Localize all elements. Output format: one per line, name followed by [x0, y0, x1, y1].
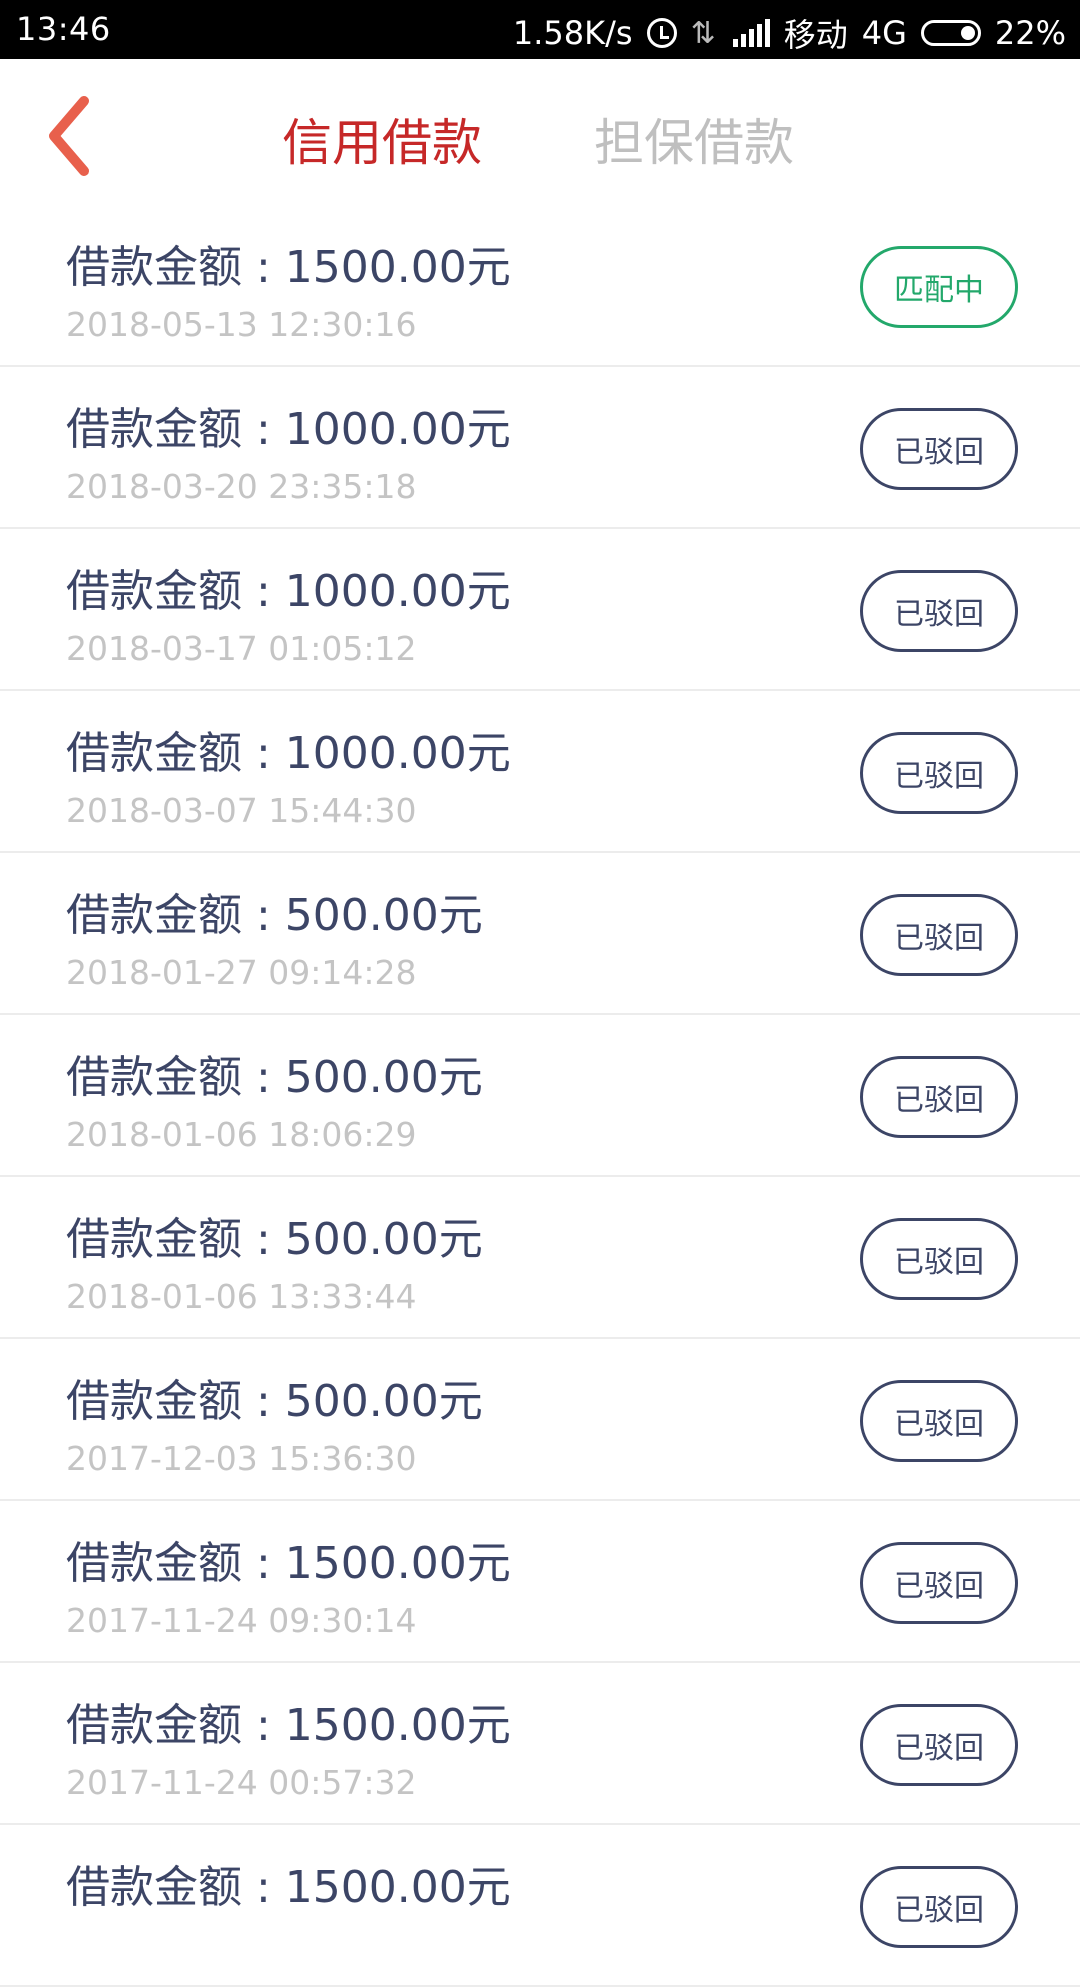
loan-amount: 借款金额 : 500.00元 — [66, 1376, 483, 1427]
status-button-rejected[interactable]: 已驳回 — [860, 1056, 1018, 1138]
loan-row[interactable]: 借款金额 : 500.00元 2018-01-06 18:06:29 已驳回 — [0, 1015, 1080, 1177]
loan-row[interactable]: 借款金额 : 1500.00元 2018-05-13 12:30:16 匹配中 — [0, 205, 1080, 367]
loan-amount: 借款金额 : 1500.00元 — [66, 1538, 511, 1589]
loan-row[interactable]: 借款金额 : 1500.00元 2017-11-24 09:30:14 已驳回 — [0, 1501, 1080, 1663]
status-button-rejected[interactable]: 已驳回 — [860, 1380, 1018, 1462]
loan-amount: 借款金额 : 1000.00元 — [66, 404, 511, 455]
carrier-label: 移动 — [783, 16, 848, 54]
loan-amount: 借款金额 : 1000.00元 — [66, 566, 511, 617]
loan-amount: 借款金额 : 500.00元 — [66, 1214, 483, 1265]
status-button-rejected[interactable]: 已驳回 — [860, 1704, 1018, 1786]
loan-time: 2018-01-06 18:06:29 — [66, 1115, 417, 1154]
status-button-rejected[interactable]: 已驳回 — [860, 1218, 1018, 1300]
status-button-matching[interactable]: 匹配中 — [860, 246, 1018, 328]
status-button-rejected[interactable]: 已驳回 — [860, 1866, 1018, 1948]
loan-row[interactable]: 借款金额 : 1000.00元 2018-03-20 23:35:18 已驳回 — [0, 367, 1080, 529]
status-icons: 1.58K/s ⇅ 移动 4G 22% — [499, 10, 1066, 56]
status-button-rejected[interactable]: 已驳回 — [860, 570, 1018, 652]
back-arrow-icon[interactable] — [40, 93, 110, 179]
loan-amount: 借款金额 : 1000.00元 — [66, 728, 511, 779]
loan-time: 2018-03-20 23:35:18 — [66, 467, 417, 506]
loan-row[interactable]: 借款金额 : 1500.00元 已驳回 — [0, 1825, 1080, 1987]
loan-time: 2018-05-13 12:30:16 — [66, 305, 417, 344]
loan-time: 2017-11-24 09:30:14 — [66, 1601, 417, 1640]
status-time: 13:46 — [16, 10, 111, 48]
loan-list: 借款金额 : 1500.00元 2018-05-13 12:30:16 匹配中 … — [0, 205, 1080, 1987]
alarm-icon — [646, 18, 677, 48]
network-speed: 1.58K/s — [512, 14, 633, 52]
status-button-rejected[interactable]: 已驳回 — [860, 894, 1018, 976]
loan-row[interactable]: 借款金额 : 500.00元 2018-01-27 09:14:28 已驳回 — [0, 853, 1080, 1015]
loan-row[interactable]: 借款金额 : 500.00元 2017-12-03 15:36:30 已驳回 — [0, 1339, 1080, 1501]
loan-time: 2017-12-03 15:36:30 — [66, 1439, 417, 1478]
status-button-rejected[interactable]: 已驳回 — [860, 1542, 1018, 1624]
network-type: 4G — [861, 14, 907, 52]
battery-percent: 22% — [994, 14, 1066, 52]
loan-row[interactable]: 借款金额 : 1000.00元 2018-03-17 01:05:12 已驳回 — [0, 529, 1080, 691]
status-button-rejected[interactable]: 已驳回 — [860, 732, 1018, 814]
loan-row[interactable]: 借款金额 : 1000.00元 2018-03-07 15:44:30 已驳回 — [0, 691, 1080, 853]
loan-time: 2018-03-17 01:05:12 — [66, 629, 417, 668]
loan-amount: 借款金额 : 500.00元 — [66, 1052, 483, 1103]
data-transfer-icon: ⇅ — [690, 15, 716, 51]
loan-amount: 借款金额 : 1500.00元 — [66, 242, 511, 293]
header: 信用借款 担保借款 — [0, 59, 1080, 209]
signal-icon — [730, 19, 770, 47]
loan-row[interactable]: 借款金额 : 500.00元 2018-01-06 13:33:44 已驳回 — [0, 1177, 1080, 1339]
tab-credit-loan[interactable]: 信用借款 — [282, 103, 482, 175]
loan-time: 2018-01-27 09:14:28 — [66, 953, 417, 992]
loan-time: 2017-11-24 00:57:32 — [66, 1763, 417, 1802]
loan-row[interactable]: 借款金额 : 1500.00元 2017-11-24 00:57:32 已驳回 — [0, 1663, 1080, 1825]
tab-guarantee-loan[interactable]: 担保借款 — [594, 103, 794, 175]
status-bar: 13:46 1.58K/s ⇅ 移动 4G 22% — [0, 0, 1080, 59]
loan-time: 2018-03-07 15:44:30 — [66, 791, 417, 830]
loan-amount: 借款金额 : 1500.00元 — [66, 1700, 511, 1751]
loan-time: 2018-01-06 13:33:44 — [66, 1277, 417, 1316]
battery-icon — [920, 20, 981, 46]
loan-amount: 借款金额 : 1500.00元 — [66, 1862, 511, 1913]
loan-amount: 借款金额 : 500.00元 — [66, 890, 483, 941]
status-button-rejected[interactable]: 已驳回 — [860, 408, 1018, 490]
